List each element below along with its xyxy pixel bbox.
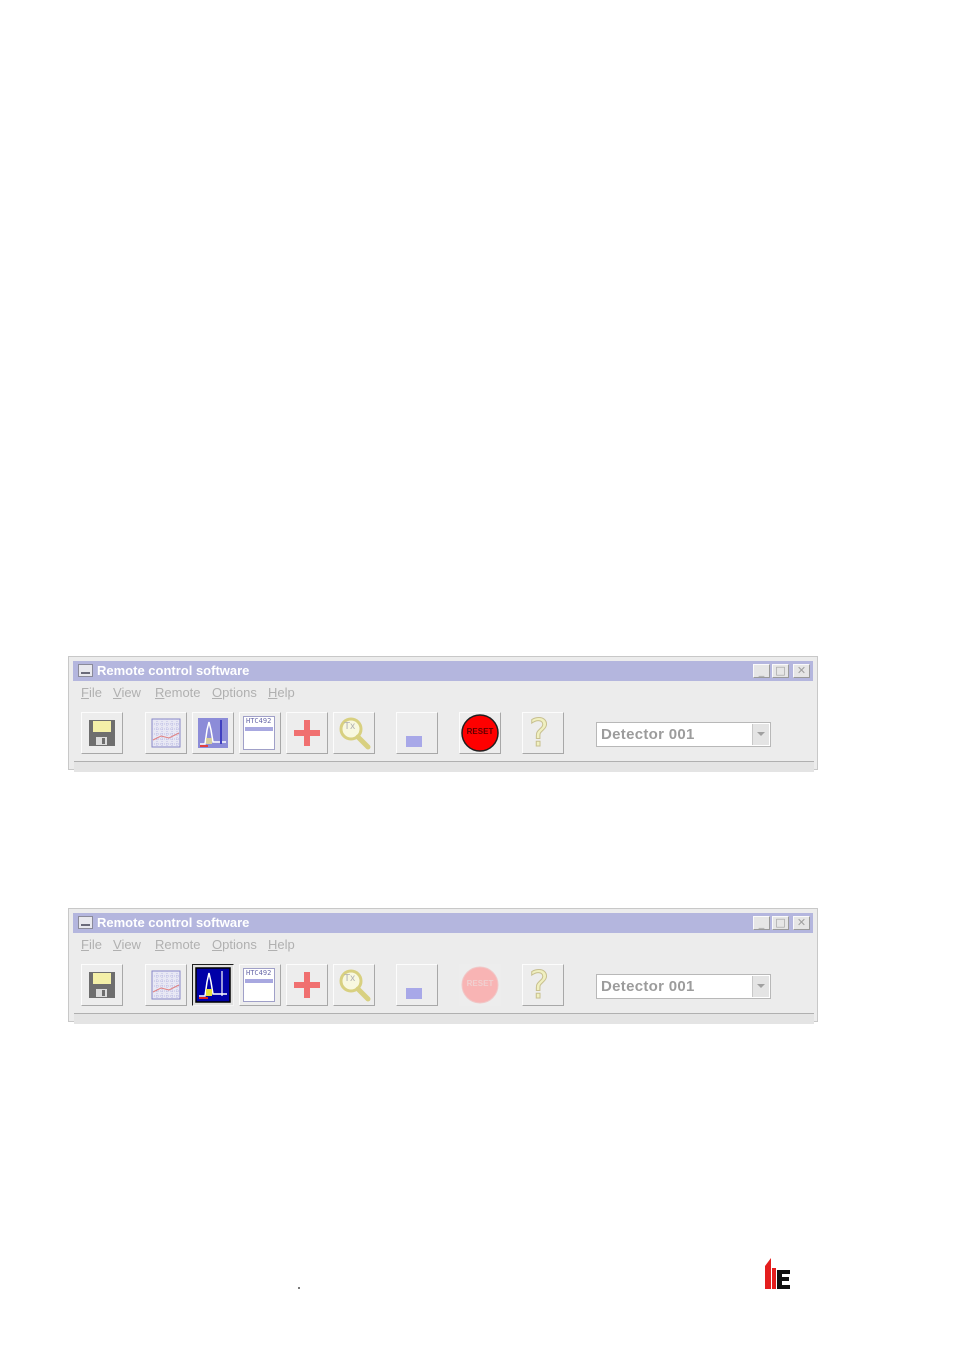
title-bar[interactable]: Remote control software _ □ ✕ xyxy=(73,913,813,933)
spectrum-view-icon xyxy=(198,718,228,748)
add-button[interactable] xyxy=(286,964,328,1006)
page-dot xyxy=(298,1287,300,1289)
htc-list-icon: HTC492 xyxy=(243,716,275,750)
chevron-down-icon[interactable] xyxy=(752,724,769,745)
menu-help[interactable]: Help xyxy=(268,937,295,952)
close-button[interactable]: ✕ xyxy=(793,916,810,930)
title-bar[interactable]: Remote control software _ □ ✕ xyxy=(73,661,813,681)
menu-options[interactable]: Options xyxy=(212,685,257,700)
save-button[interactable] xyxy=(81,712,123,754)
menu-remote[interactable]: Remote xyxy=(155,685,201,700)
detector-select-value: Detector 001 xyxy=(601,726,695,743)
htc-label: HTC492 xyxy=(246,717,272,725)
save-icon xyxy=(89,972,115,998)
save-icon xyxy=(89,720,115,746)
status-bar xyxy=(74,1013,814,1024)
minimize-panel-icon xyxy=(406,988,422,999)
help-button[interactable]: ? xyxy=(522,963,564,1008)
menu-view[interactable]: View xyxy=(113,937,141,952)
minimize-button[interactable]: _ xyxy=(753,664,770,678)
detector-select[interactable]: Detector 001 xyxy=(596,722,771,747)
add-icon xyxy=(294,720,320,746)
system-menu-icon[interactable] xyxy=(78,916,93,929)
detector-select[interactable]: Detector 001 xyxy=(596,974,771,999)
grid-view-icon xyxy=(151,970,181,1000)
add-icon xyxy=(294,972,320,998)
company-logo-icon xyxy=(765,1258,790,1289)
help-button[interactable]: ? xyxy=(522,711,564,756)
reset-label: RESET xyxy=(466,727,494,736)
transmit-search-button[interactable]: Tx xyxy=(333,964,375,1006)
status-bar xyxy=(74,761,814,772)
minimize-icon: _ xyxy=(758,664,765,677)
minimize-icon: _ xyxy=(758,916,765,929)
close-icon: ✕ xyxy=(796,664,807,677)
htc-label: HTC492 xyxy=(246,969,272,977)
detector-select-value: Detector 001 xyxy=(601,978,695,995)
spectrum-view-icon xyxy=(195,967,231,1003)
system-menu-icon[interactable] xyxy=(78,664,93,677)
maximize-icon: □ xyxy=(775,916,786,929)
panel-button[interactable] xyxy=(396,964,438,1006)
htc-list-icon: HTC492 xyxy=(243,968,275,1002)
add-button[interactable] xyxy=(286,712,328,754)
grid-view-button[interactable] xyxy=(145,964,187,1006)
save-button[interactable] xyxy=(81,964,123,1006)
spectrum-view-button[interactable] xyxy=(192,712,234,754)
grid-view-button[interactable] xyxy=(145,712,187,754)
grid-view-icon xyxy=(151,718,181,748)
help-icon: ? xyxy=(528,963,550,1008)
spectrum-view-button[interactable] xyxy=(192,964,234,1006)
menu-help[interactable]: Help xyxy=(268,685,295,700)
menu-file[interactable]: File xyxy=(81,685,102,700)
help-icon: ? xyxy=(528,711,550,756)
minimize-panel-icon xyxy=(406,736,422,747)
reset-button: RESET xyxy=(459,964,501,1006)
menu-remote[interactable]: Remote xyxy=(155,937,201,952)
reset-label: RESET xyxy=(466,979,494,988)
maximize-icon: □ xyxy=(775,664,786,677)
transmit-search-button[interactable]: Tx xyxy=(333,712,375,754)
window-title: Remote control software xyxy=(97,915,250,930)
window-title: Remote control software xyxy=(97,663,250,678)
htc-list-button[interactable]: HTC492 xyxy=(239,964,281,1006)
panel-button[interactable] xyxy=(396,712,438,754)
close-button[interactable]: ✕ xyxy=(793,664,810,678)
menu-options[interactable]: Options xyxy=(212,937,257,952)
minimize-button[interactable]: _ xyxy=(753,916,770,930)
tx-label: Tx xyxy=(344,721,356,732)
chevron-down-icon[interactable] xyxy=(752,976,769,997)
maximize-button[interactable]: □ xyxy=(772,664,789,678)
close-icon: ✕ xyxy=(796,916,807,929)
maximize-button[interactable]: □ xyxy=(772,916,789,930)
reset-button[interactable]: RESET xyxy=(459,712,501,754)
tx-label: Tx xyxy=(344,973,356,984)
app-window-2: Remote control software _ □ ✕ File View … xyxy=(68,908,818,1024)
menu-file[interactable]: File xyxy=(81,937,102,952)
menu-view[interactable]: View xyxy=(113,685,141,700)
htc-list-button[interactable]: HTC492 xyxy=(239,712,281,754)
app-window-1: Remote control software _ □ ✕ File View … xyxy=(68,656,818,772)
